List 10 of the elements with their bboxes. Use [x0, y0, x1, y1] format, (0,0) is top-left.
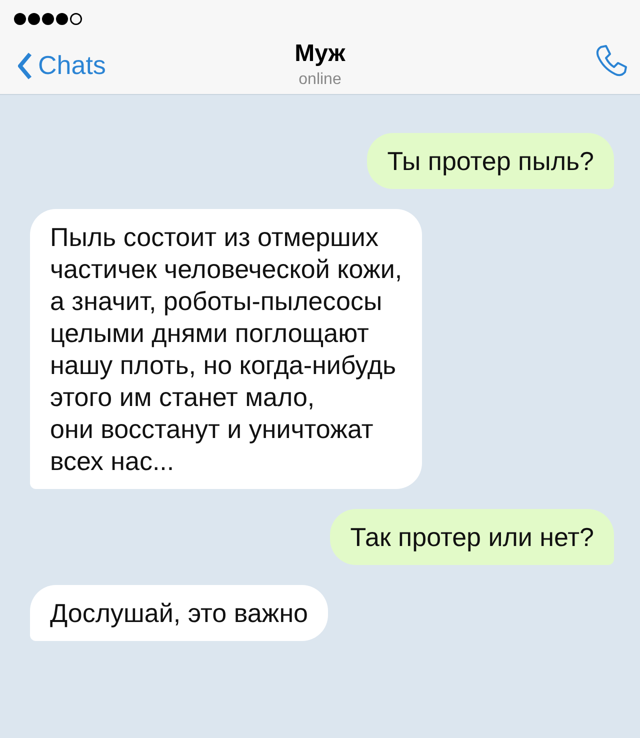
back-link[interactable]: Chats — [18, 46, 106, 85]
signal-icon — [13, 12, 83, 26]
chevron-left-icon — [18, 52, 32, 80]
status-text: online — [298, 72, 342, 88]
incoming-message: Пыль состоит из отмерших частичек человеческой кожи, а значит, роботы-пылесосы целыми днями поглощают нашу плоть, но когда-нибудь этого им станет мало, они восстанут и уничтожат всех нас... — [30, 209, 422, 489]
outgoing-message: Ты протер пыль? — [367, 133, 614, 189]
phone-icon[interactable] — [594, 44, 628, 78]
incoming-message: Дослушай, это важно — [30, 585, 328, 641]
outgoing-message: Так протер или нет? — [330, 509, 614, 565]
chat-title: Муж — [294, 39, 346, 69]
